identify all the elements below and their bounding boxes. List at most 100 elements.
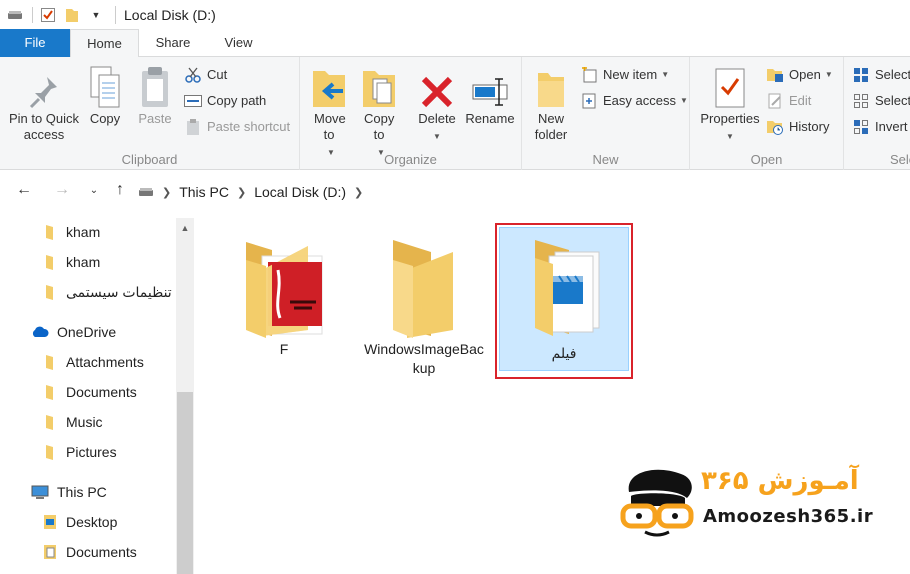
breadcrumb-chevron-icon[interactable]: ❯ <box>162 186 171 199</box>
new-folder-label: New folder <box>534 111 568 142</box>
nav-scrollbar[interactable]: ▲ <box>176 218 194 574</box>
scissors-icon <box>184 66 202 84</box>
paste-shortcut-button[interactable]: Paste shortcut <box>184 116 290 138</box>
nav-item-music[interactable]: Music <box>42 407 103 437</box>
nav-item-label: This PC <box>57 484 107 500</box>
paste-label: Paste <box>138 111 172 126</box>
title-bar: ▼ Local Disk (D:) <box>0 0 910 29</box>
forward-arrow-icon[interactable]: → <box>52 180 72 200</box>
properties-label: Properties <box>700 111 760 126</box>
invert-selection-label: Invert <box>875 119 908 134</box>
new-item-caret-icon: ▼ <box>661 70 670 79</box>
rename-button[interactable]: Rename <box>464 63 516 127</box>
folder-item-f[interactable]: F <box>224 230 344 360</box>
nav-item-kham[interactable]: kham <box>42 217 100 247</box>
tab-view[interactable]: View <box>211 29 266 57</box>
tab-share[interactable]: Share <box>145 29 201 57</box>
new-folder-button[interactable]: New folder <box>530 63 572 143</box>
delete-caret-icon: ▼ <box>433 132 441 141</box>
select-all-label: Select <box>875 67 910 82</box>
back-arrow-icon[interactable]: ← <box>14 180 34 200</box>
nav-item-kham[interactable]: kham <box>42 247 100 277</box>
drive-icon[interactable] <box>6 6 24 24</box>
move-to-label: Move to <box>314 111 346 142</box>
select-none-button[interactable]: Select <box>852 90 910 112</box>
pin-icon <box>29 77 57 109</box>
properties-button[interactable]: Properties ▼ <box>698 63 762 145</box>
edit-button[interactable]: Edit <box>766 90 811 112</box>
nav-item-pictures[interactable]: Pictures <box>42 437 117 467</box>
nav-item-label: Documents <box>66 384 137 400</box>
folder-icon <box>393 240 453 338</box>
folder-item-windowsimagebackup[interactable]: WindowsImageBackup <box>364 230 484 390</box>
nav-item-this-pc[interactable]: This PC <box>31 477 107 507</box>
clipboard-group-label: Clipboard <box>121 152 178 167</box>
invert-selection-button[interactable]: Invert <box>852 116 908 138</box>
breadcrumb-chevron-icon[interactable]: ❯ <box>237 186 246 199</box>
copy-button[interactable]: Copy <box>84 63 126 127</box>
breadcrumb-chevron-icon[interactable]: ❯ <box>354 186 363 199</box>
nav-item-onedrive[interactable]: OneDrive <box>31 317 116 347</box>
nav-item-label: Desktop <box>66 514 118 530</box>
highlight-frame <box>495 223 633 379</box>
open-button[interactable]: Open ▼ <box>766 64 833 86</box>
new-item-button[interactable]: New item ▼ <box>580 64 669 86</box>
pin-label: Pin to Quick access <box>8 111 80 142</box>
select-group-label: Sele <box>890 152 910 167</box>
nav-item-label: kham <box>66 224 101 240</box>
folder-icon <box>42 444 58 460</box>
delete-button[interactable]: Delete ▼ <box>414 63 460 145</box>
easy-access-icon <box>580 92 598 110</box>
scroll-up-icon[interactable]: ▲ <box>176 218 194 238</box>
folder-with-image-icon <box>246 242 323 338</box>
nav-item-desktop[interactable]: Desktop <box>42 507 117 537</box>
paste-shortcut-label: Paste shortcut <box>207 119 291 134</box>
cloud-icon <box>31 324 49 340</box>
cut-label: Cut <box>207 67 228 82</box>
paste-icon <box>142 67 168 107</box>
rename-label: Rename <box>465 111 515 126</box>
easy-access-button[interactable]: Easy access ▼ <box>580 90 688 112</box>
copy-path-button[interactable]: Copy path <box>184 90 266 112</box>
documents-folder-icon <box>42 544 58 560</box>
cut-button[interactable]: Cut <box>184 64 227 86</box>
new-folder-quick-icon[interactable] <box>63 6 81 24</box>
clipboard-group: Pin to Quick access Copy Paste Cut Copy … <box>0 57 300 170</box>
history-label: History <box>789 119 830 134</box>
tab-file[interactable]: File <box>0 29 70 57</box>
paste-shortcut-icon <box>184 118 202 136</box>
easy-access-label: Easy access <box>603 93 676 108</box>
breadcrumb-local-disk[interactable]: Local Disk (D:) <box>254 184 346 200</box>
nav-item-documents[interactable]: Documents <box>42 537 137 567</box>
nav-item-system-settings[interactable]: تنظیمات سیستمی <box>42 277 174 307</box>
history-button[interactable]: History <box>766 116 829 138</box>
copy-path-label: Copy path <box>207 93 267 108</box>
move-to-icon <box>313 71 345 107</box>
breadcrumb-this-pc[interactable]: This PC <box>179 184 229 200</box>
properties-checkbox-icon[interactable] <box>39 6 57 24</box>
ribbon: Pin to Quick access Copy Paste Cut Copy … <box>0 57 910 170</box>
scrollbar-thumb[interactable] <box>177 392 193 574</box>
recent-locations-chevron-icon[interactable]: ⌄ <box>84 180 104 200</box>
open-group-label: Open <box>750 152 783 167</box>
delete-x-icon <box>421 76 453 108</box>
desktop-folder-icon <box>42 514 58 530</box>
pin-quick-access-button[interactable]: Pin to Quick access <box>6 63 82 143</box>
paste-button[interactable]: Paste <box>134 63 176 127</box>
copy-to-button[interactable]: Copy to ▼ <box>358 63 400 161</box>
new-folder-icon <box>538 73 564 107</box>
copy-to-label: Copy to <box>364 111 395 142</box>
copy-path-icon <box>184 92 202 110</box>
tab-home[interactable]: Home <box>70 29 139 58</box>
folder-icon <box>42 414 58 430</box>
select-all-button[interactable]: Select <box>852 64 910 86</box>
folder-icon <box>42 354 58 370</box>
nav-item-attachments[interactable]: Attachments <box>42 347 144 377</box>
nav-item-documents[interactable]: Documents <box>42 377 137 407</box>
item-name: WindowsImageBackup <box>364 341 484 376</box>
move-to-button[interactable]: Move to ▼ <box>308 63 350 161</box>
copy-icon <box>90 66 120 108</box>
up-arrow-icon[interactable]: ↑ <box>110 180 130 200</box>
breadcrumb: ❯ This PC ❯ Local Disk (D:) ❯ <box>138 182 371 202</box>
customize-dropdown-icon[interactable]: ▼ <box>87 6 105 24</box>
